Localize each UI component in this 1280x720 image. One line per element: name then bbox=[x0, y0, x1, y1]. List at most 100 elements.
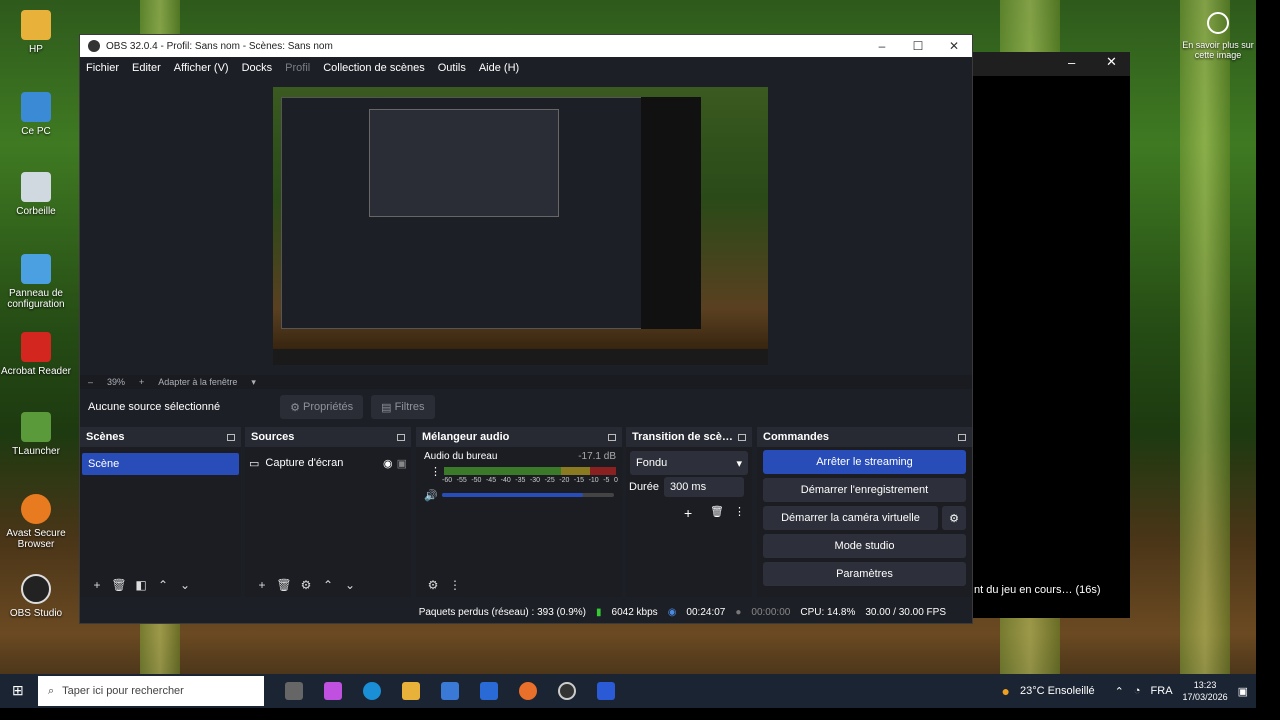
taskbar-search[interactable]: ⌕ Taper ici pour rechercher bbox=[38, 676, 264, 706]
source-item[interactable]: ▭ Capture d'écran ◉ ▣ bbox=[249, 453, 407, 473]
menu-profil[interactable]: Profil bbox=[285, 62, 310, 74]
bamboo-stalk bbox=[1180, 0, 1230, 680]
outlook-icon[interactable] bbox=[480, 682, 498, 700]
add-icon[interactable]: + bbox=[86, 578, 108, 592]
minimize-icon[interactable]: – bbox=[864, 39, 900, 53]
preview-area bbox=[80, 79, 972, 375]
desktop-icon-avast[interactable]: Avast Secure Browser bbox=[0, 494, 72, 550]
channel-db: -17.1 dB bbox=[578, 451, 616, 462]
menu-collection[interactable]: Collection de scènes bbox=[323, 62, 425, 74]
transition-select[interactable]: Fondu ▾ bbox=[630, 451, 748, 475]
studio-mode-button[interactable]: Mode studio bbox=[763, 534, 966, 558]
scene-item[interactable]: Scène bbox=[82, 453, 239, 475]
desktop-icon-hp[interactable]: HP bbox=[0, 10, 72, 55]
desktop-icon-obs[interactable]: OBS Studio bbox=[0, 574, 72, 619]
add-icon[interactable]: + bbox=[684, 505, 692, 521]
delete-icon[interactable]: 🗑 bbox=[710, 505, 724, 518]
desktop-icon-acrobat[interactable]: Acrobat Reader bbox=[0, 332, 72, 377]
float-icon[interactable] bbox=[397, 433, 405, 441]
desktop-icon-ce-pc[interactable]: Ce PC bbox=[0, 92, 72, 137]
gear-icon[interactable]: ⚙ bbox=[942, 506, 966, 530]
start-recording-button[interactable]: Démarrer l'enregistrement bbox=[763, 478, 966, 502]
stop-streaming-button[interactable]: Arrêter le streaming bbox=[763, 450, 966, 474]
menu-bar: Fichier Editer Afficher (V) Docks Profil… bbox=[80, 57, 972, 79]
move-up-icon[interactable]: ⌃ bbox=[317, 578, 339, 592]
minimize-icon[interactable]: – bbox=[1068, 55, 1075, 70]
app-taskbar-icon[interactable] bbox=[597, 682, 615, 700]
volume-slider[interactable] bbox=[442, 493, 614, 497]
settings-button[interactable]: Paramètres bbox=[763, 562, 966, 586]
chevron-down-icon[interactable]: ▾ bbox=[251, 377, 256, 388]
delete-icon[interactable]: 🗑 bbox=[108, 578, 130, 592]
control-panel-icon bbox=[21, 254, 51, 284]
desktop-icon-corbeille[interactable]: Corbeille bbox=[0, 172, 72, 217]
float-icon[interactable] bbox=[608, 433, 616, 441]
zoom-out-button[interactable]: – bbox=[88, 377, 93, 387]
camera-icon bbox=[1207, 12, 1229, 34]
game-window-titlebar: – ✕ bbox=[972, 52, 1130, 76]
move-up-icon[interactable]: ⌃ bbox=[152, 578, 174, 592]
db-tick: 0 bbox=[613, 477, 618, 484]
desktop-icon-control-panel[interactable]: Panneau de configuration bbox=[0, 254, 72, 310]
float-icon[interactable] bbox=[738, 433, 746, 441]
zoom-in-button[interactable]: + bbox=[139, 377, 144, 387]
float-icon[interactable] bbox=[227, 433, 235, 441]
menu-afficher[interactable]: Afficher (V) bbox=[174, 62, 229, 74]
maximize-icon[interactable]: ☐ bbox=[900, 39, 936, 53]
db-tick: -5 bbox=[603, 477, 610, 484]
fit-window-select[interactable]: Adapter à la fenêtre bbox=[158, 377, 237, 387]
move-down-icon[interactable]: ⌄ bbox=[339, 578, 361, 592]
obs-taskbar-icon[interactable] bbox=[558, 682, 576, 700]
lock-icon[interactable]: ▣ bbox=[397, 457, 407, 470]
duration-spinbox[interactable]: 300 ms bbox=[664, 477, 744, 497]
windows-start-icon[interactable]: ⊞ bbox=[12, 682, 24, 699]
gear-icon[interactable]: ⚙ bbox=[295, 578, 317, 592]
delete-icon[interactable]: 🗑 bbox=[273, 578, 295, 592]
menu-editer[interactable]: Editer bbox=[132, 62, 161, 74]
network-icon[interactable]: ◔ bbox=[1134, 685, 1141, 697]
record-icon: ● bbox=[735, 606, 742, 618]
edge-icon[interactable] bbox=[363, 682, 381, 700]
obs-window: OBS 32.0.4 - Profil: Sans nom - Scènes: … bbox=[79, 34, 973, 624]
db-tick: -45 bbox=[485, 477, 497, 484]
status-bar: Paquets perdus (réseau) : 393 (0.9%) ▮ 6… bbox=[80, 601, 972, 623]
lang[interactable]: FRA bbox=[1151, 685, 1173, 697]
desktop-icon-tlauncher[interactable]: TLauncher bbox=[0, 412, 72, 457]
advanced-audio-icon[interactable]: ⚙ bbox=[422, 578, 444, 592]
add-icon[interactable]: + bbox=[251, 578, 273, 592]
learn-more-link[interactable]: En savoir plus sur cette image bbox=[1180, 12, 1256, 60]
clock[interactable]: 13:23 17/03/2026 bbox=[1183, 679, 1228, 703]
virtual-camera-button[interactable]: Démarrer la caméra virtuelle bbox=[763, 506, 938, 530]
db-tick: -55 bbox=[456, 477, 467, 484]
float-icon[interactable] bbox=[958, 433, 966, 441]
menu-outils[interactable]: Outils bbox=[438, 62, 466, 74]
notification-icon[interactable]: ▣ bbox=[1238, 685, 1248, 698]
no-source-label: Aucune source sélectionné bbox=[88, 401, 221, 413]
zoom-level: 39% bbox=[107, 377, 126, 387]
db-tick: -60 bbox=[442, 477, 453, 484]
close-icon[interactable]: ✕ bbox=[936, 39, 972, 53]
file-explorer-icon[interactable] bbox=[402, 682, 420, 700]
brave-icon[interactable] bbox=[519, 682, 537, 700]
channel-menu-icon[interactable]: ⋮ bbox=[430, 465, 441, 478]
more-icon[interactable]: ⋮ bbox=[444, 578, 466, 592]
move-down-icon[interactable]: ⌄ bbox=[174, 578, 196, 592]
preview-canvas[interactable] bbox=[273, 87, 768, 365]
speaker-icon[interactable]: 🔊 bbox=[424, 489, 438, 502]
menu-fichier[interactable]: Fichier bbox=[86, 62, 119, 74]
chevron-up-icon[interactable]: ⌃ bbox=[1115, 685, 1124, 698]
filter-icon[interactable]: ◧ bbox=[130, 578, 152, 592]
eye-icon[interactable]: ◉ bbox=[383, 457, 393, 470]
close-icon[interactable]: ✕ bbox=[1106, 54, 1117, 70]
filters-button[interactable]: ▤ Filtres bbox=[371, 395, 435, 419]
obs-titlebar: OBS 32.0.4 - Profil: Sans nom - Scènes: … bbox=[80, 35, 972, 57]
weather[interactable]: 23°C Ensoleillé bbox=[1020, 685, 1095, 697]
task-view-icon[interactable] bbox=[285, 682, 303, 700]
menu-docks[interactable]: Docks bbox=[242, 62, 273, 74]
transition-dock: Transition de scè… Fondu ▾ Durée 300 ms … bbox=[626, 427, 752, 597]
copilot-icon[interactable] bbox=[324, 682, 342, 700]
store-icon[interactable] bbox=[441, 682, 459, 700]
more-icon[interactable]: ⋮ bbox=[734, 505, 745, 518]
menu-aide[interactable]: Aide (H) bbox=[479, 62, 519, 74]
properties-button[interactable]: ⚙ Propriétés bbox=[280, 395, 364, 419]
